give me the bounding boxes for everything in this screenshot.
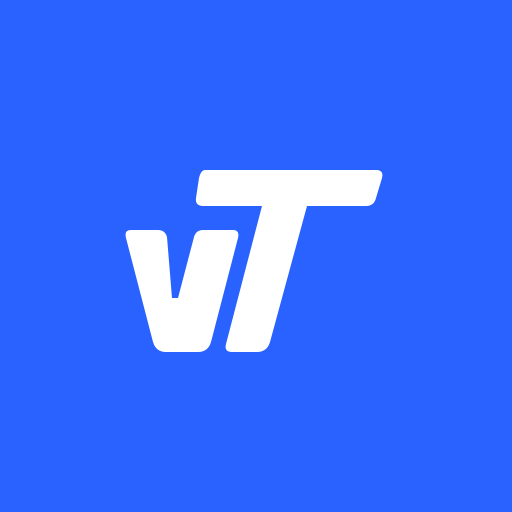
app-icon: vT bbox=[0, 0, 512, 512]
logo-mark: vT bbox=[0, 0, 512, 512]
